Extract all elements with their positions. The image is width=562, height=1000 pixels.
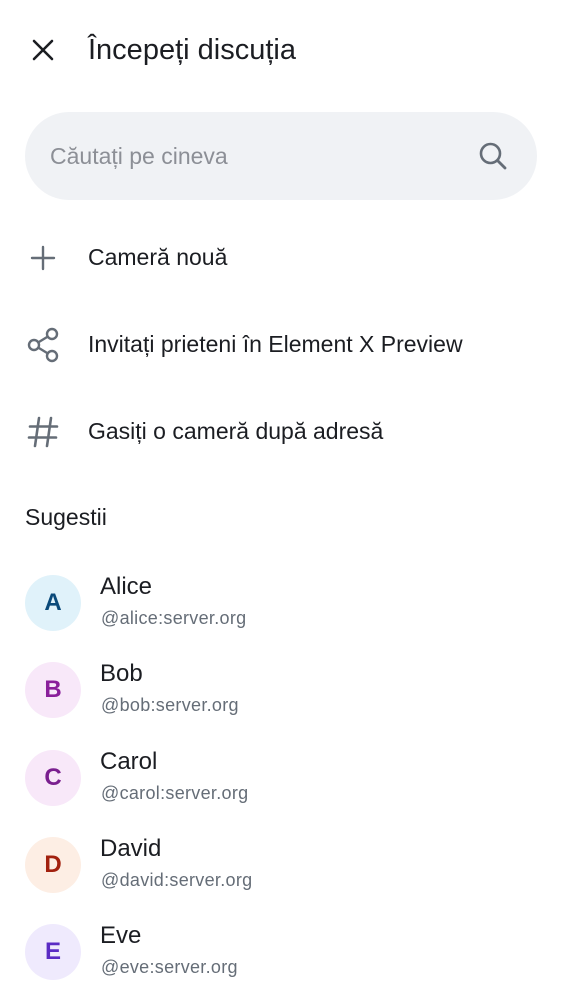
invite-friends-label: Invitați prieteni în Element X Preview [88, 331, 463, 357]
share-icon [24, 326, 62, 364]
user-matrix-id: @bob:server.org [101, 695, 239, 715]
avatar: A [25, 575, 81, 631]
user-matrix-id: @alice:server.org [101, 608, 247, 628]
new-room-action[interactable]: Cameră nouă [0, 222, 562, 292]
avatar: C [25, 750, 81, 806]
search-input[interactable] [50, 112, 470, 200]
suggestion-row[interactable]: E Eve @eve:server.org [0, 912, 562, 992]
hash-icon [24, 413, 62, 451]
avatar: D [25, 837, 81, 893]
start-chat-screen: Începeți discuția Cameră nouă Invitați p… [0, 0, 562, 1000]
user-display-name: Bob [100, 660, 143, 687]
invite-friends-action[interactable]: Invitați prieteni în Element X Preview [0, 309, 562, 379]
user-display-name: David [100, 835, 162, 862]
user-matrix-id: @david:server.org [101, 870, 253, 890]
search-bar[interactable] [25, 112, 537, 200]
suggestion-row[interactable]: D David @david:server.org [0, 825, 562, 905]
suggestion-row[interactable]: C Carol @carol:server.org [0, 738, 562, 818]
search-icon[interactable] [477, 140, 509, 172]
top-app-bar: Începeți discuția [0, 0, 562, 100]
user-display-name: Alice [100, 573, 153, 600]
user-display-name: Carol [100, 748, 158, 775]
user-matrix-id: @carol:server.org [101, 783, 249, 803]
plus-icon [24, 239, 62, 277]
close-button[interactable] [19, 26, 67, 74]
page-title: Începeți discuția [88, 34, 296, 66]
suggestion-row[interactable]: A Alice @alice:server.org [0, 563, 562, 643]
user-matrix-id: @eve:server.org [101, 957, 238, 977]
find-room-label: Gasiți o cameră după adresă [88, 418, 384, 444]
find-room-by-address-action[interactable]: Gasiți o cameră după adresă [0, 396, 562, 466]
new-room-label: Cameră nouă [88, 244, 228, 270]
avatar: B [25, 662, 81, 718]
suggestions-heading: Sugestii [25, 504, 107, 530]
avatar: E [25, 924, 81, 980]
user-display-name: Eve [100, 922, 142, 949]
close-icon [32, 39, 54, 61]
suggestion-row[interactable]: B Bob @bob:server.org [0, 650, 562, 730]
